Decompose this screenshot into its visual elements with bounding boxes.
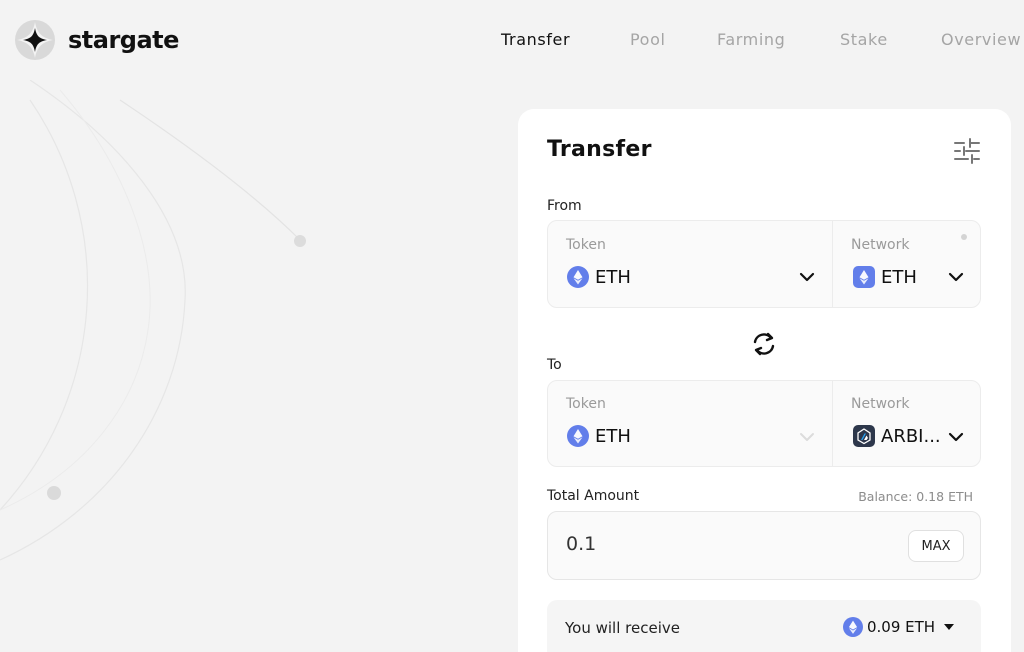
main-nav: Transfer Pool Farming Stake Overview (0, 30, 1024, 52)
transfer-card: Transfer From Token ETH Network ETH To T… (518, 109, 1011, 652)
eth-network-icon (853, 266, 875, 288)
from-network-select[interactable]: ETH (853, 266, 917, 288)
to-selector: Token ETH Network ARBI... (547, 380, 981, 467)
eth-icon (567, 266, 589, 288)
from-token-select[interactable]: ETH (567, 266, 631, 288)
receive-label: You will receive (565, 619, 680, 637)
to-network-value: ARBI... (881, 425, 941, 447)
from-network-value: ETH (881, 266, 917, 288)
to-token-label: Token (566, 396, 606, 412)
eth-icon (843, 617, 863, 637)
to-network-label: Network (851, 396, 910, 412)
transfer-title: Transfer (547, 137, 652, 162)
nav-transfer[interactable]: Transfer (501, 30, 570, 49)
caret-down-icon (944, 624, 955, 630)
nav-overview[interactable]: Overview (941, 30, 1021, 49)
eth-icon (567, 425, 589, 447)
from-label: From (547, 198, 582, 214)
swap-arrows-icon[interactable] (750, 330, 778, 358)
to-network-select[interactable]: ARBI... (853, 425, 941, 447)
from-token-label: Token (566, 237, 606, 253)
chevron-down-icon[interactable] (948, 272, 964, 282)
balance-text: Balance: 0.18 ETH (858, 489, 973, 504)
nav-stake[interactable]: Stake (840, 30, 888, 49)
header: stargate Transfer Pool Farming Stake Ove… (0, 0, 1024, 82)
amount-field: MAX (547, 511, 981, 580)
receive-value: 0.09 ETH (867, 618, 936, 636)
to-token-value: ETH (595, 425, 631, 447)
arbitrum-icon (853, 425, 875, 447)
to-label: To (547, 357, 562, 373)
total-amount-label: Total Amount (547, 488, 640, 504)
divider (832, 221, 833, 307)
status-dot (961, 234, 967, 240)
max-button[interactable]: MAX (908, 530, 964, 562)
background-decoration (0, 80, 306, 561)
chevron-down-icon[interactable] (799, 272, 815, 282)
from-selector: Token ETH Network ETH (547, 220, 981, 308)
receive-summary: You will receive 0.09 ETH (547, 600, 981, 652)
divider (832, 381, 833, 466)
nav-farming[interactable]: Farming (717, 30, 785, 49)
receive-value-toggle[interactable]: 0.09 ETH (843, 617, 955, 637)
from-token-value: ETH (595, 266, 631, 288)
sliders-icon[interactable] (952, 137, 982, 165)
chevron-down-icon (800, 433, 814, 441)
chevron-down-icon[interactable] (948, 432, 964, 442)
nav-pool[interactable]: Pool (630, 30, 666, 49)
to-token-select[interactable]: ETH (567, 425, 631, 447)
from-network-label: Network (851, 237, 910, 253)
amount-input[interactable] (566, 533, 866, 555)
